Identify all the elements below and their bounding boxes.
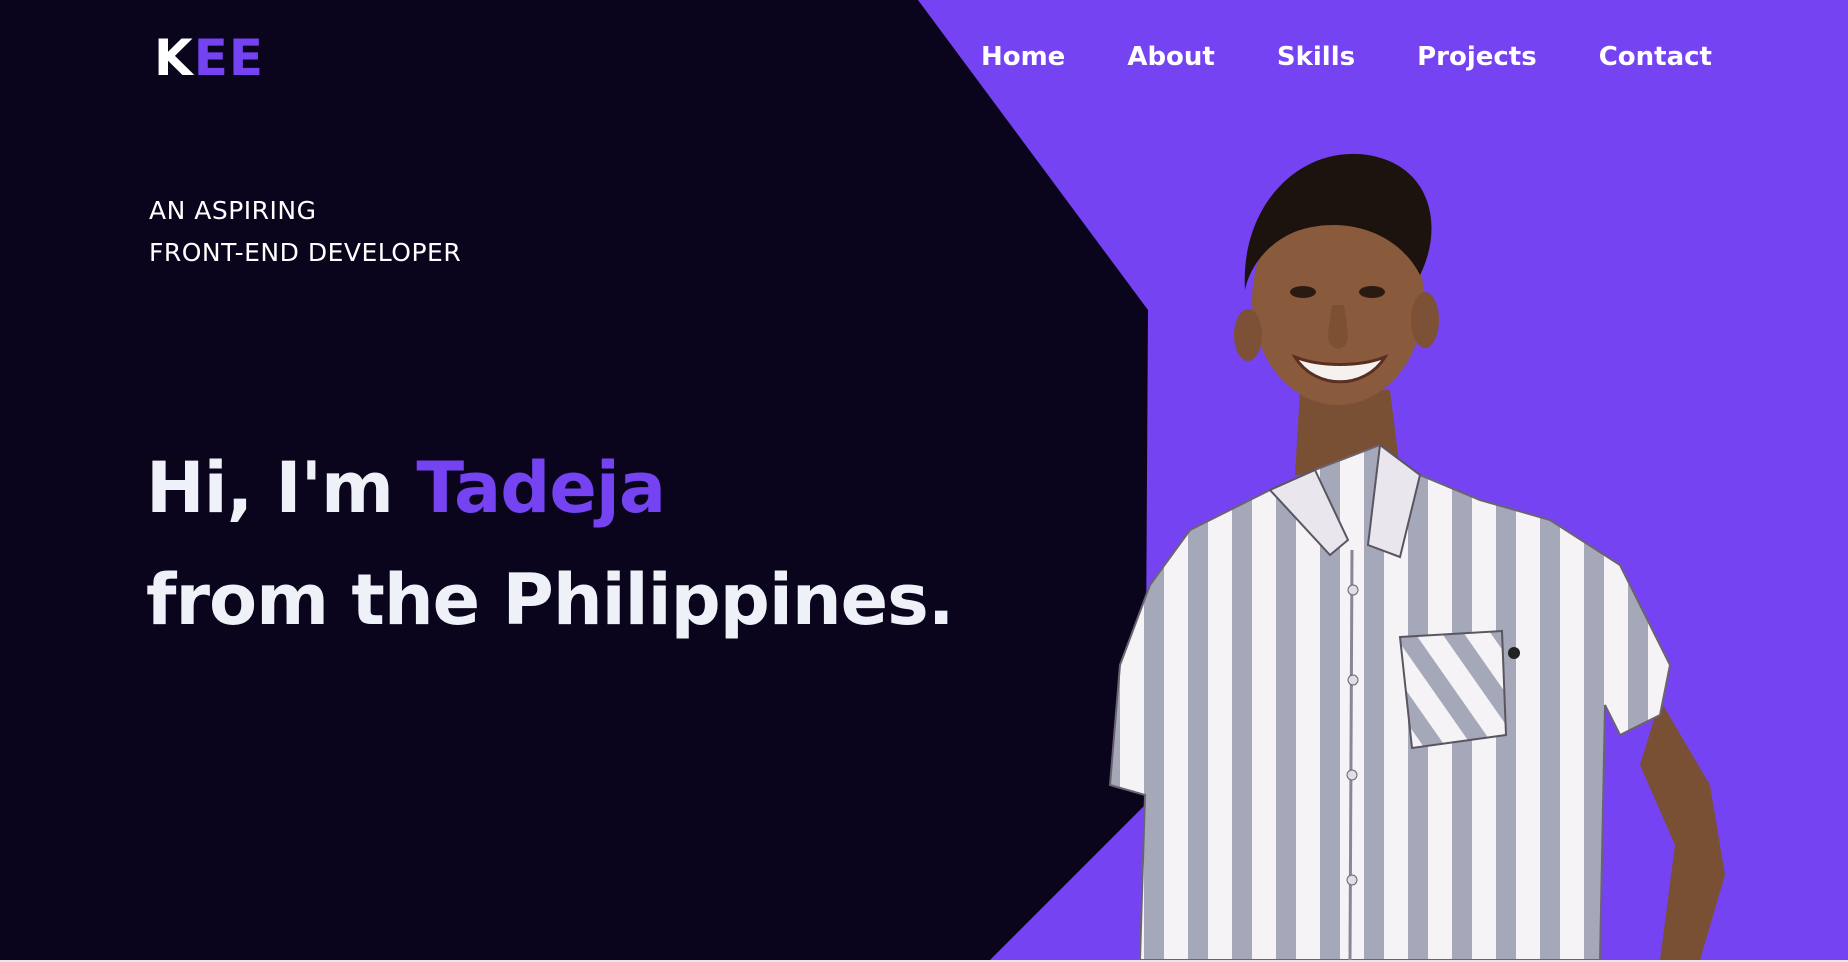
logo-letters-ee: EE — [193, 29, 265, 87]
portrait-image — [1108, 153, 1725, 960]
hero-greeting: Hi, I'm — [146, 447, 417, 529]
nav-link-skills[interactable]: Skills — [1277, 40, 1355, 74]
hero-section: KEE Home About Skills Projects Contact A… — [0, 0, 1848, 960]
logo-letter-k: K — [154, 29, 194, 87]
tagline: AN ASPIRING FRONT-END DEVELOPER — [149, 190, 461, 274]
nav-link-projects[interactable]: Projects — [1417, 40, 1537, 74]
nav-link-home[interactable]: Home — [981, 40, 1065, 74]
hero-heading-line-1: Hi, I'm Tadeja — [146, 432, 953, 544]
hero-name: Tadeja — [416, 447, 666, 529]
hero-heading: Hi, I'm Tadeja from the Philippines. — [146, 432, 954, 656]
tagline-line-2: FRONT-END DEVELOPER — [149, 238, 462, 267]
site-logo[interactable]: KEE — [154, 28, 264, 88]
nav-link-contact[interactable]: Contact — [1599, 40, 1712, 74]
nav-link-about[interactable]: About — [1127, 40, 1215, 74]
nav-menu: Home About Skills Projects Contact — [981, 40, 1712, 74]
hero-heading-line-2: from the Philippines. — [146, 559, 954, 641]
top-navbar: KEE Home About Skills Projects Contact — [0, 0, 1848, 115]
tagline-line-1: AN ASPIRING — [149, 196, 317, 225]
